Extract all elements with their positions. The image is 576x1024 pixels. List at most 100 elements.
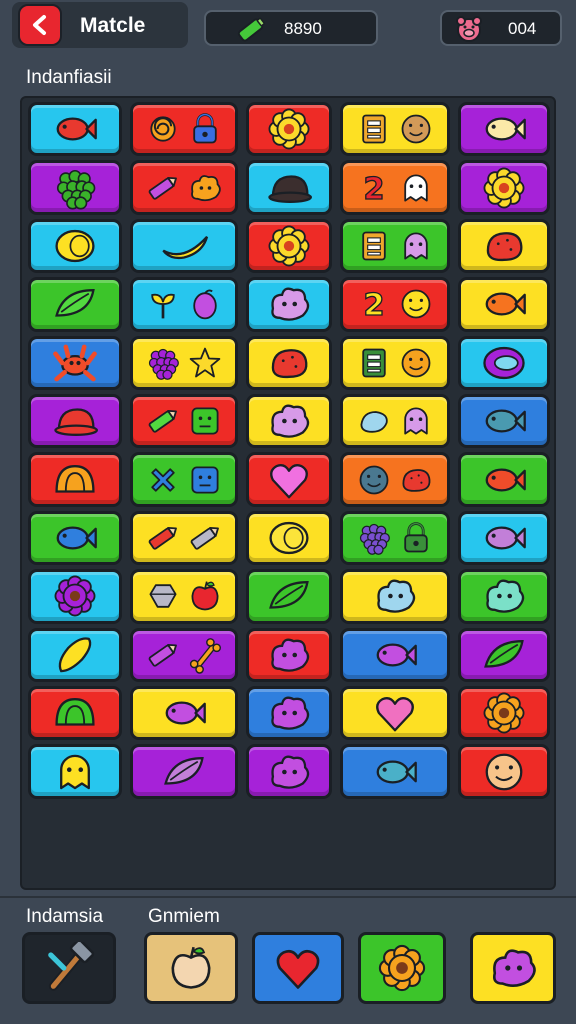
board-tile[interactable] <box>246 335 332 390</box>
cloud-icon <box>266 281 312 327</box>
inventory-slot[interactable] <box>358 932 446 1004</box>
board-tile[interactable] <box>130 277 238 332</box>
board-tile[interactable] <box>28 510 122 566</box>
board-tile[interactable] <box>340 627 450 682</box>
lives-counter[interactable]: 004 <box>440 10 562 46</box>
board-tile[interactable] <box>246 160 332 215</box>
board-tile[interactable] <box>340 335 450 390</box>
ball-icon <box>356 462 392 498</box>
cloud-icon <box>372 573 418 619</box>
board-tile[interactable] <box>246 627 332 682</box>
pig-icon <box>456 16 482 42</box>
board-tile[interactable] <box>458 686 550 741</box>
battery-icon <box>237 17 265 42</box>
board-tile[interactable] <box>340 218 450 274</box>
board-tile[interactable] <box>340 394 450 449</box>
card-icon <box>356 111 392 147</box>
board-tile[interactable] <box>458 569 550 624</box>
board-tile[interactable] <box>246 277 332 332</box>
board-tile[interactable] <box>458 218 550 274</box>
board-tile[interactable] <box>246 452 332 507</box>
divider <box>0 896 576 898</box>
board-tile[interactable] <box>458 510 550 566</box>
grapes-icon <box>145 345 181 381</box>
coin-counter[interactable]: 8890 <box>204 10 378 46</box>
cloud-icon <box>487 942 539 994</box>
board-tile[interactable] <box>28 452 122 507</box>
board-tile[interactable] <box>130 510 238 566</box>
board-tile[interactable] <box>28 335 122 390</box>
board-tile[interactable] <box>458 160 550 215</box>
board-tile[interactable] <box>246 394 332 449</box>
flower-icon <box>481 690 527 736</box>
heart-icon <box>372 690 418 736</box>
board-tile[interactable] <box>340 569 450 624</box>
board-tile[interactable] <box>246 102 332 157</box>
board-tile[interactable] <box>340 452 450 507</box>
crayon-icon <box>145 520 181 556</box>
board-tile[interactable] <box>28 627 122 682</box>
board-tile[interactable] <box>458 627 550 682</box>
board-tile[interactable] <box>28 277 122 332</box>
crayon-icon <box>187 520 223 556</box>
fish-icon <box>481 515 527 561</box>
duck-icon <box>52 749 98 795</box>
board-tile[interactable] <box>130 160 238 215</box>
board-tile[interactable] <box>458 452 550 507</box>
bone-icon <box>187 637 223 674</box>
orange-fruit-icon <box>398 345 434 381</box>
board-tile[interactable] <box>246 510 332 566</box>
board-tile[interactable] <box>458 394 550 449</box>
board-tile[interactable] <box>28 394 122 449</box>
crayon-icon <box>145 170 181 206</box>
board-tile[interactable] <box>246 686 332 741</box>
inventory-slot[interactable] <box>144 932 238 1004</box>
cross-icon <box>145 462 181 498</box>
board-tile[interactable] <box>458 335 550 390</box>
board-tile[interactable] <box>28 102 122 157</box>
board-tile[interactable] <box>28 569 122 624</box>
strawberry-icon <box>165 942 217 994</box>
padlock-icon <box>398 520 434 556</box>
board-tile[interactable] <box>130 218 238 274</box>
board-tile[interactable]: 2 <box>340 160 450 215</box>
board-tile[interactable] <box>246 744 332 799</box>
svg-text:2: 2 <box>363 171 384 206</box>
back-button[interactable] <box>18 4 62 46</box>
inventory-slot[interactable] <box>470 932 556 1004</box>
board-tile[interactable] <box>130 335 238 390</box>
fish-icon <box>481 457 527 503</box>
board-tile[interactable] <box>340 102 450 157</box>
board-tile[interactable] <box>130 102 238 157</box>
powerup-label: Gnmiem <box>148 906 220 927</box>
board-tile[interactable] <box>246 569 332 624</box>
board-tile[interactable] <box>130 394 238 449</box>
board-tile[interactable] <box>28 218 122 274</box>
board-tile[interactable] <box>130 686 238 741</box>
inventory-slot[interactable] <box>22 932 116 1004</box>
card-icon <box>356 228 392 264</box>
padlock-icon <box>187 111 223 147</box>
board-tile[interactable] <box>458 744 550 799</box>
board-tile[interactable] <box>28 686 122 741</box>
board-tile[interactable] <box>340 744 450 799</box>
pig-icon <box>398 228 434 264</box>
board-tile[interactable] <box>246 218 332 274</box>
board-tile[interactable] <box>340 686 450 741</box>
board-tile[interactable] <box>130 452 238 507</box>
board-tile[interactable]: 2 <box>340 277 450 332</box>
grapes-icon <box>356 520 392 556</box>
board-tile[interactable] <box>28 744 122 799</box>
board-tile[interactable] <box>130 744 238 799</box>
board-tile[interactable] <box>28 160 122 215</box>
board-tile[interactable] <box>340 510 450 566</box>
inventory-slot[interactable] <box>252 932 344 1004</box>
swirl-icon <box>145 111 181 147</box>
number-two-icon: 2 <box>356 286 392 323</box>
fish-icon <box>481 106 527 152</box>
board-tile[interactable] <box>458 102 550 157</box>
board-tile[interactable] <box>458 277 550 332</box>
crayon-icon <box>145 637 181 673</box>
board-tile[interactable] <box>130 627 238 682</box>
board-tile[interactable] <box>130 569 238 624</box>
